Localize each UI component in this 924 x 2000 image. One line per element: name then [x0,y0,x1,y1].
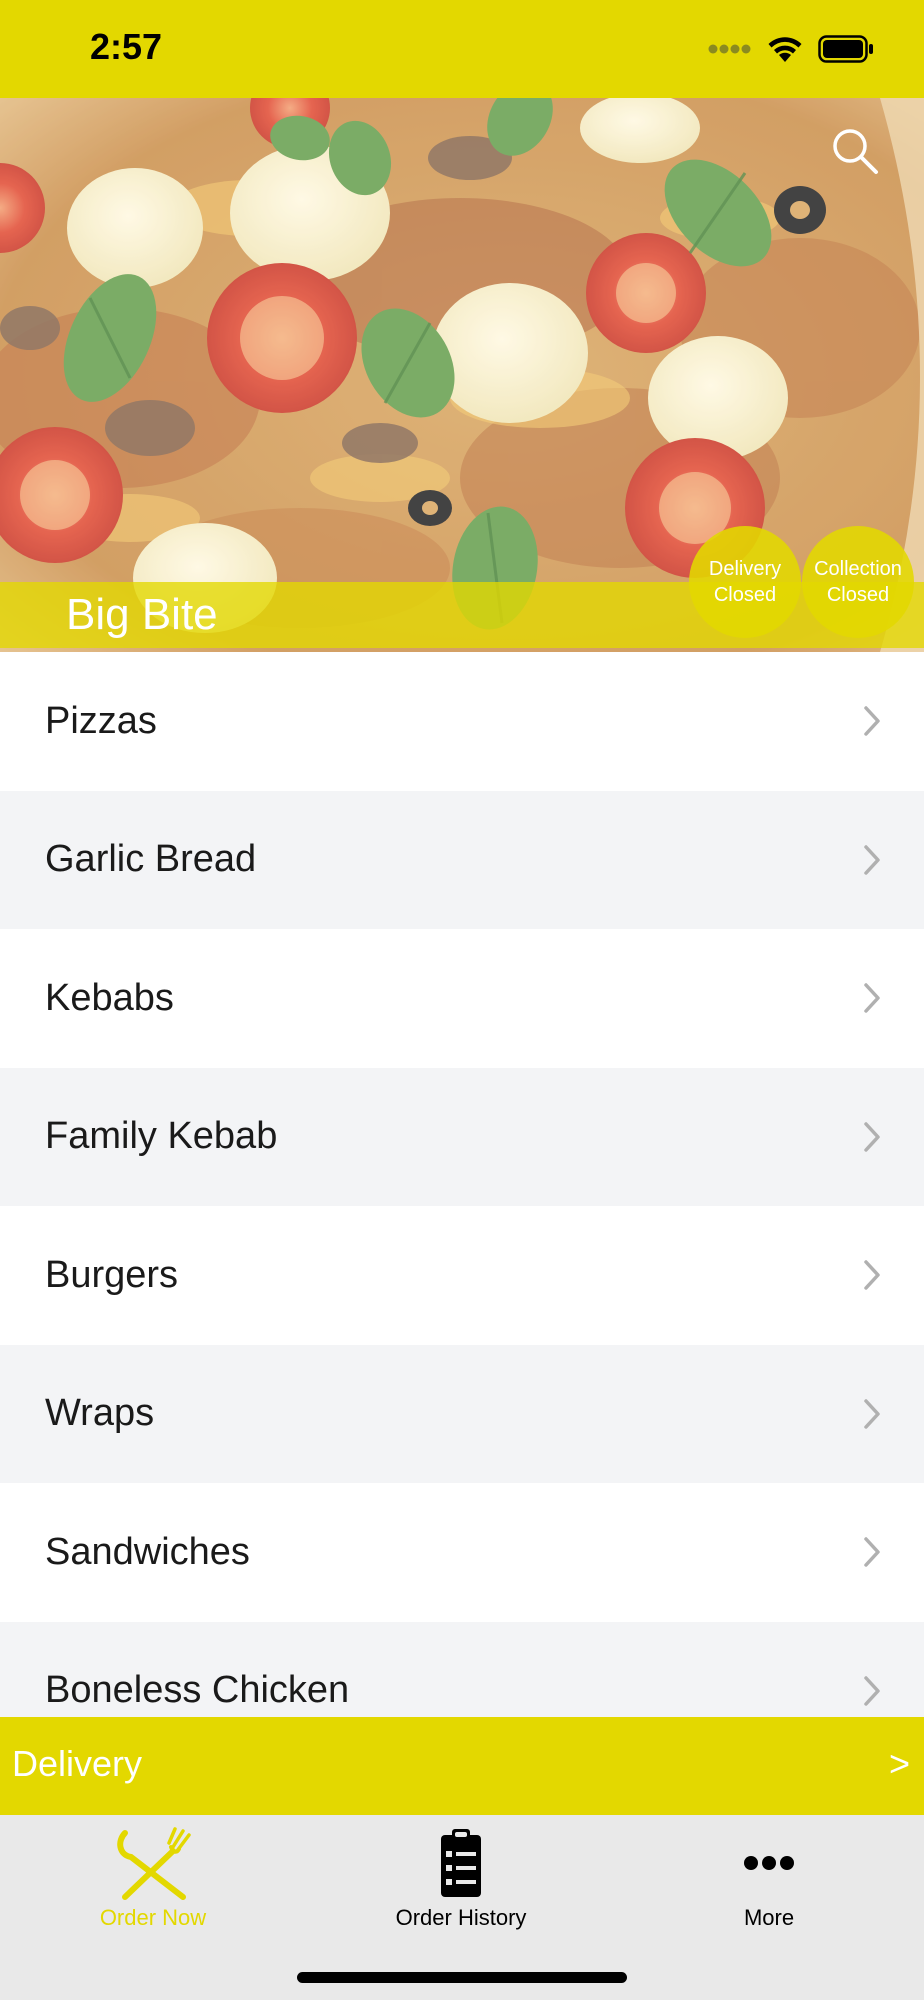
badge-line: Closed [826,584,890,606]
chevron-right-icon [864,845,880,875]
delivery-status-badge: Delivery Closed [689,526,801,638]
chevron-right-icon [864,983,880,1013]
menu-item-pizzas[interactable]: Pizzas [0,652,924,791]
menu-item-label: Kebabs [45,976,174,1019]
menu-item-label: Burgers [45,1253,179,1296]
hero-banner: Big Bite Delivery Closed Collection Clos… [0,98,924,652]
wifi-icon [768,37,802,62]
tab-order-now[interactable]: Order Now [53,1825,253,1935]
menu-item-burgers[interactable]: Burgers [0,1206,924,1345]
status-bar: 2:57 [0,0,924,98]
chevron-right-icon [864,706,880,736]
menu-item-garlic-bread[interactable]: Garlic Bread [0,790,924,929]
app-screen: 2:57 Big Bite Delivery Closed Collection… [0,0,924,2000]
menu-item-label: Garlic Bread [45,838,257,881]
status-icons [708,34,874,64]
home-indicator[interactable] [297,1972,627,1983]
status-time: 2:57 [90,26,163,67]
chevron-right-icon [864,1260,880,1290]
collection-status-badge: Collection Closed [802,526,914,638]
delivery-mode-bar[interactable]: Delivery > [0,1717,924,1815]
menu-item-sandwiches[interactable]: Sandwiches [0,1483,924,1622]
menu-item-wraps[interactable]: Wraps [0,1344,924,1483]
tab-order-history[interactable]: Order History [361,1825,561,1935]
menu-item-label: Wraps [45,1392,155,1435]
menu-item-boneless-chicken[interactable]: Boneless Chicken [0,1621,924,1717]
menu-item-kebabs[interactable]: Kebabs [0,929,924,1068]
signal-icon [708,44,751,54]
menu-item-label: Sandwiches [45,1530,250,1573]
badge-line: Closed [713,584,777,606]
badge-line: Delivery [708,558,782,580]
tab-label: More [743,1905,795,1930]
delivery-mode-label: Delivery [12,1743,143,1784]
menu-item-label: Family Kebab [45,1115,278,1158]
more-dots-icon [744,1856,794,1870]
search-icon [833,129,878,174]
menu-item-label: Boneless Chicken [45,1669,350,1712]
battery-icon [818,35,873,63]
chevron-right-icon [864,1399,880,1429]
clipboard-icon [441,1829,481,1897]
search-button[interactable] [828,124,884,180]
fork-knife-icon [117,1827,191,1900]
chevron-right-icon [864,1537,880,1567]
badge-line: Collection [814,558,902,580]
chevron-right-icon [864,1676,880,1706]
menu-item-family-kebab[interactable]: Family Kebab [0,1067,924,1206]
chevron-right-icon [864,1122,880,1152]
menu-item-label: Pizzas [45,699,157,742]
tab-more[interactable]: More [669,1825,869,1935]
tab-label: Order History [395,1905,527,1930]
restaurant-name: Big Bite [66,590,218,639]
delivery-arrow-icon: > [888,1743,910,1784]
menu-category-list[interactable]: Pizzas Garlic Bread Kebabs Family Kebab … [0,652,924,1717]
tab-label: Order Now [99,1905,207,1930]
